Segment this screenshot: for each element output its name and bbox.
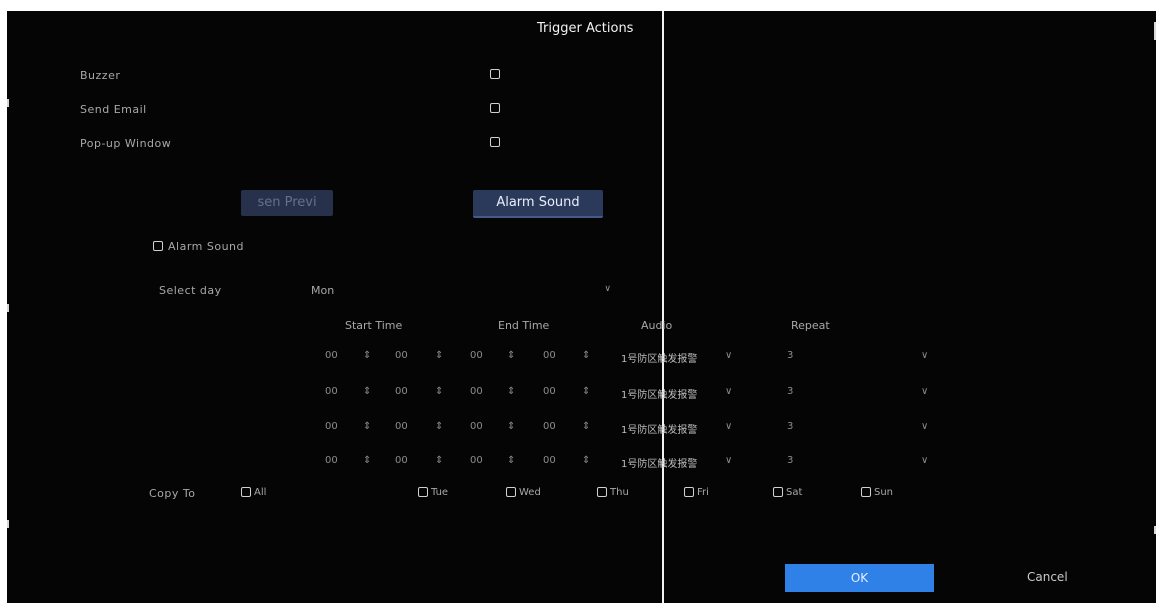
- copy-wed-label: Wed: [519, 487, 541, 498]
- select-day-dropdown[interactable]: Mon ∨: [311, 284, 611, 302]
- chevron-down-icon: ∨: [921, 350, 929, 361]
- send-email-checkbox[interactable]: [490, 103, 500, 113]
- copy-sun-label: Sun: [874, 487, 894, 498]
- spinner-icon[interactable]: ⇕: [582, 386, 590, 397]
- buzzer-label: Buzzer: [80, 69, 121, 82]
- chevron-down-icon: ∨: [921, 455, 929, 466]
- copy-all-option[interactable]: All: [241, 487, 266, 498]
- edge-mark: [7, 520, 9, 528]
- copy-sat-label: Sat: [786, 487, 803, 498]
- copy-to-label: Copy To: [149, 487, 196, 500]
- end-minute[interactable]: 00: [543, 455, 556, 466]
- spinner-icon[interactable]: ⇕: [363, 421, 371, 432]
- select-day-value: Mon: [311, 284, 335, 297]
- vertical-divider: [662, 11, 664, 603]
- chevron-down-icon: ∨: [725, 386, 733, 397]
- spinner-icon[interactable]: ⇕: [435, 421, 443, 432]
- edge-mark: [1154, 526, 1156, 534]
- start-minute[interactable]: 00: [395, 386, 408, 397]
- header-end-time: End Time: [498, 319, 550, 332]
- spinner-icon[interactable]: ⇕: [435, 386, 443, 397]
- end-minute[interactable]: 00: [543, 421, 556, 432]
- spinner-icon[interactable]: ⇕: [582, 455, 590, 466]
- trigger-actions-dialog: Trigger Actions Buzzer Send Email Pop-up…: [7, 11, 1156, 603]
- checkbox-icon[interactable]: [241, 487, 251, 497]
- select-day-label: Select day: [159, 284, 222, 297]
- alarm-sound-checkbox-label: Alarm Sound: [168, 240, 245, 253]
- audio-select[interactable]: 1号防区触发报警: [621, 421, 697, 436]
- edge-mark: [1154, 22, 1156, 40]
- spinner-icon[interactable]: ⇕: [507, 455, 515, 466]
- dialog-title: Trigger Actions: [537, 21, 634, 36]
- spinner-icon[interactable]: ⇕: [363, 455, 371, 466]
- spinner-icon[interactable]: ⇕: [507, 350, 515, 361]
- end-hour[interactable]: 00: [470, 386, 483, 397]
- popup-window-checkbox[interactable]: [490, 137, 500, 147]
- spinner-icon[interactable]: ⇕: [507, 421, 515, 432]
- copy-thu-label: Thu: [610, 487, 629, 498]
- repeat-select[interactable]: 3: [787, 455, 793, 466]
- preview-button[interactable]: sen Previ: [241, 190, 333, 216]
- spinner-icon[interactable]: ⇕: [582, 421, 590, 432]
- send-email-label: Send Email: [80, 103, 147, 116]
- alarm-sound-checkbox[interactable]: [153, 241, 163, 251]
- checkbox-icon[interactable]: [861, 487, 871, 497]
- repeat-select[interactable]: 3: [787, 350, 793, 361]
- audio-select[interactable]: 1号防区触发报警: [621, 455, 697, 470]
- copy-sun-option[interactable]: Sun: [861, 487, 893, 498]
- spinner-icon[interactable]: ⇕: [507, 386, 515, 397]
- copy-fri-label: Fri: [697, 487, 709, 498]
- ok-button[interactable]: OK: [785, 564, 934, 592]
- alarm-sound-button[interactable]: Alarm Sound: [473, 190, 603, 218]
- spinner-icon[interactable]: ⇕: [363, 350, 371, 361]
- copy-all-label: All: [254, 487, 267, 498]
- checkbox-icon[interactable]: [773, 487, 783, 497]
- start-minute[interactable]: 00: [395, 455, 408, 466]
- end-hour[interactable]: 00: [470, 350, 483, 361]
- chevron-down-icon: ∨: [921, 386, 929, 397]
- checkbox-icon[interactable]: [684, 487, 694, 497]
- checkbox-icon[interactable]: [506, 487, 516, 497]
- repeat-select[interactable]: 3: [787, 421, 793, 432]
- edge-mark: [7, 99, 9, 107]
- spinner-icon[interactable]: ⇕: [582, 350, 590, 361]
- repeat-select[interactable]: 3: [787, 386, 793, 397]
- checkbox-icon[interactable]: [597, 487, 607, 497]
- end-minute[interactable]: 00: [543, 386, 556, 397]
- end-minute[interactable]: 00: [543, 350, 556, 361]
- start-hour[interactable]: 00: [325, 386, 338, 397]
- chevron-down-icon: ∨: [604, 284, 611, 294]
- copy-fri-option[interactable]: Fri: [684, 487, 709, 498]
- chevron-down-icon: ∨: [921, 421, 929, 432]
- header-start-time: Start Time: [345, 319, 403, 332]
- spinner-icon[interactable]: ⇕: [363, 386, 371, 397]
- spinner-icon[interactable]: ⇕: [435, 350, 443, 361]
- start-minute[interactable]: 00: [395, 421, 408, 432]
- audio-select[interactable]: 1号防区触发报警: [621, 386, 697, 401]
- header-repeat: Repeat: [791, 319, 830, 332]
- chevron-down-icon: ∨: [725, 350, 733, 361]
- audio-select[interactable]: 1号防区触发报警: [621, 350, 697, 365]
- end-hour[interactable]: 00: [470, 421, 483, 432]
- start-minute[interactable]: 00: [395, 350, 408, 361]
- start-hour[interactable]: 00: [325, 350, 338, 361]
- copy-thu-option[interactable]: Thu: [597, 487, 629, 498]
- spinner-icon[interactable]: ⇕: [435, 455, 443, 466]
- popup-window-label: Pop-up Window: [80, 137, 172, 150]
- copy-tue-label: Tue: [431, 487, 449, 498]
- buzzer-checkbox[interactable]: [490, 69, 500, 79]
- chevron-down-icon: ∨: [725, 455, 733, 466]
- edge-mark: [7, 304, 9, 312]
- start-hour[interactable]: 00: [325, 455, 338, 466]
- copy-sat-option[interactable]: Sat: [773, 487, 802, 498]
- copy-wed-option[interactable]: Wed: [506, 487, 541, 498]
- header-audio: Audio: [641, 319, 673, 332]
- copy-tue-option[interactable]: Tue: [418, 487, 448, 498]
- checkbox-icon[interactable]: [418, 487, 428, 497]
- chevron-down-icon: ∨: [725, 421, 733, 432]
- start-hour[interactable]: 00: [325, 421, 338, 432]
- end-hour[interactable]: 00: [470, 455, 483, 466]
- cancel-button[interactable]: Cancel: [1027, 570, 1068, 584]
